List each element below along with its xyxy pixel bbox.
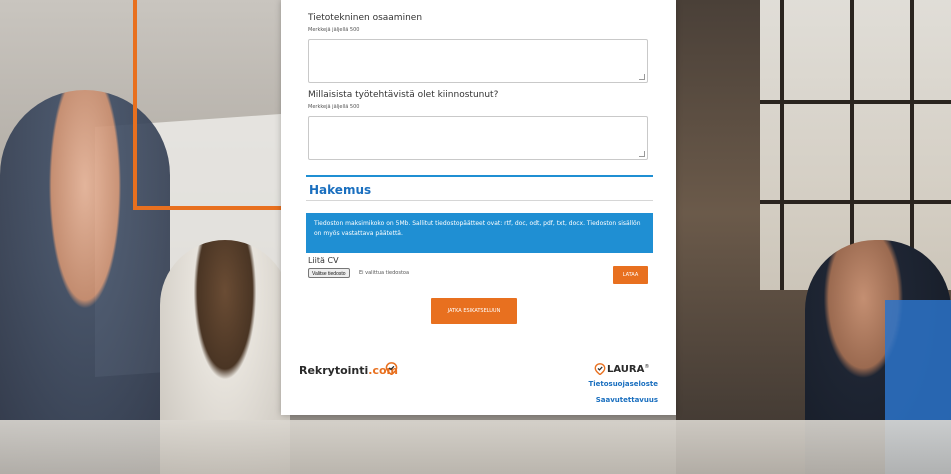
section-divider (306, 175, 653, 177)
application-form-panel: Tietotekninen osaaminen Merkkejä jäljell… (281, 0, 676, 415)
window-frame (780, 0, 784, 290)
char-counter-it-skills: Merkkejä jäljellä 500 (308, 27, 360, 33)
upload-button[interactable]: LATAA (613, 266, 648, 284)
resize-grip-icon[interactable] (639, 151, 645, 157)
location-pin-check-icon (385, 362, 398, 375)
continue-to-preview-button[interactable]: JATKA ESIKATSELUUN (431, 298, 517, 324)
window-frame (760, 100, 951, 104)
rekrytointi-logo[interactable]: Rekrytointi.com (299, 364, 398, 377)
privacy-policy-link[interactable]: Tietosuojaseloste (588, 380, 658, 388)
it-skills-textarea[interactable] (308, 39, 648, 83)
resize-grip-icon[interactable] (639, 74, 645, 80)
section-title-application: Hakemus (309, 183, 372, 197)
annotation-arrow-line (133, 206, 293, 210)
laura-logo[interactable]: LAURA® (607, 364, 649, 375)
annotation-arrow-line (133, 0, 137, 210)
interests-textarea[interactable] (308, 116, 648, 160)
laura-logo-text: LAURA (607, 364, 645, 375)
section-underline (306, 200, 653, 201)
field-label-interests: Millaisista työtehtävistä olet kiinnostu… (308, 90, 499, 100)
brand-name: Rekrytointi (299, 364, 369, 377)
char-counter-interests: Merkkejä jäljellä 500 (308, 104, 360, 110)
location-pin-check-icon (594, 363, 606, 375)
background-table (0, 420, 951, 474)
file-info-text: Tiedoston maksimikoko on 5Mb. Sallitut t… (314, 220, 641, 237)
file-status-text: Ei valittua tiedostoa (359, 270, 410, 276)
laura-trademark: ® (644, 364, 650, 370)
background-person-left (0, 90, 170, 474)
window-frame (760, 200, 951, 204)
file-info-box: Tiedoston maksimikoko on 5Mb. Sallitut t… (306, 213, 653, 253)
field-label-it-skills: Tietotekninen osaaminen (308, 13, 423, 23)
choose-file-button[interactable]: Valitse tiedosto (308, 268, 350, 278)
accessibility-link[interactable]: Saavutettavuus (596, 396, 658, 404)
cv-label: Liitä CV (308, 256, 339, 265)
